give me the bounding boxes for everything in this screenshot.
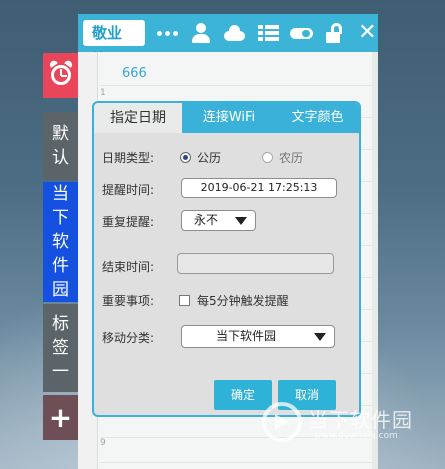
toolbar: 敬业签 ✕ bbox=[78, 14, 378, 68]
sidebar-item-label: 标 bbox=[52, 314, 69, 334]
unlock-icon[interactable] bbox=[323, 22, 344, 44]
important-label: 重要事项: bbox=[102, 294, 155, 308]
repeat-select[interactable]: 永不 bbox=[181, 210, 256, 231]
date-type-label: 日期类型: bbox=[102, 151, 155, 165]
radio-dot bbox=[262, 152, 273, 163]
watermark: 当下软件园 www.downxia.com bbox=[262, 400, 442, 460]
radio-lunar-calendar[interactable]: 农历 bbox=[262, 149, 303, 166]
move-category-select[interactable]: 当下软件园 bbox=[181, 325, 335, 348]
end-time-input[interactable] bbox=[177, 253, 334, 274]
move-category-value: 当下软件园 bbox=[216, 329, 277, 343]
plus-icon: + bbox=[48, 401, 73, 434]
sidebar-item-label: 软 bbox=[52, 232, 69, 252]
sidebar-item-label: 签 bbox=[52, 338, 69, 358]
sidebar-item-default[interactable]: 默 认 bbox=[43, 112, 78, 180]
sidebar-item-label: 默 bbox=[52, 124, 69, 144]
important-checkbox[interactable]: 每5分钟触发提醒 bbox=[179, 292, 289, 309]
sidebar-item-label: 当 bbox=[52, 184, 69, 204]
sidebar-item-label: 下 bbox=[52, 208, 69, 228]
cloud-icon[interactable] bbox=[223, 22, 246, 44]
radio-label: 公历 bbox=[197, 151, 222, 165]
move-category-label: 移动分类: bbox=[102, 331, 155, 345]
add-category-button[interactable]: + bbox=[43, 395, 78, 440]
tab-text-color[interactable]: 文字颜色 bbox=[276, 103, 359, 133]
radio-solar-calendar[interactable]: 公历 bbox=[180, 149, 221, 166]
sidebar-item-label: 一 bbox=[52, 362, 69, 382]
watermark-logo-icon bbox=[262, 402, 302, 442]
tab-connect-wifi[interactable]: 连接WiFi bbox=[182, 103, 276, 133]
repeat-value: 永不 bbox=[194, 213, 219, 227]
app-title[interactable]: 敬业签 bbox=[83, 20, 145, 68]
sidebar-item-label: 件 bbox=[52, 256, 69, 276]
sidebar-item-label: 园 bbox=[52, 280, 69, 300]
repeat-label: 重复提醒: bbox=[102, 215, 155, 229]
watermark-url: www.downxia.com bbox=[314, 431, 398, 441]
sidebar-item-dangxia[interactable]: 当 下 软 件 园 bbox=[43, 182, 78, 302]
dropdown-arrow-icon bbox=[235, 217, 247, 225]
sidebar-item-tag-one[interactable]: 标 签 一 bbox=[43, 304, 78, 392]
note-content[interactable]: 666 bbox=[122, 66, 147, 81]
remind-time-label: 提醒时间: bbox=[102, 183, 155, 197]
line-number: 1 bbox=[100, 88, 106, 98]
alarm-clock-icon bbox=[51, 65, 71, 85]
reminder-dialog: 指定日期 连接WiFi 文字颜色 日期类型: 公历 农历 提醒时间: 2019-… bbox=[92, 101, 361, 417]
watermark-text: 当下软件园 bbox=[308, 408, 413, 432]
dropdown-arrow-icon bbox=[314, 333, 326, 341]
line-number: 9 bbox=[100, 438, 106, 448]
checkbox-box bbox=[179, 295, 190, 306]
radio-dot bbox=[180, 152, 191, 163]
list-icon[interactable] bbox=[257, 22, 279, 44]
more-icon[interactable] bbox=[156, 22, 178, 44]
checkbox-label: 每5分钟触发提醒 bbox=[197, 294, 289, 308]
end-time-label: 结束时间: bbox=[102, 260, 155, 274]
sidebar-item-alarm[interactable] bbox=[43, 53, 78, 98]
sidebar-item-label: 认 bbox=[52, 148, 69, 168]
tab-specify-date[interactable]: 指定日期 bbox=[94, 103, 182, 133]
dialog-tabs: 指定日期 连接WiFi 文字颜色 bbox=[94, 103, 359, 133]
user-icon[interactable] bbox=[190, 22, 211, 44]
close-icon[interactable]: ✕ bbox=[357, 22, 378, 44]
remind-time-input[interactable]: 2019-06-21 17:25:13 bbox=[181, 178, 337, 198]
toggle-icon[interactable] bbox=[289, 22, 313, 44]
radio-label: 农历 bbox=[279, 151, 304, 165]
